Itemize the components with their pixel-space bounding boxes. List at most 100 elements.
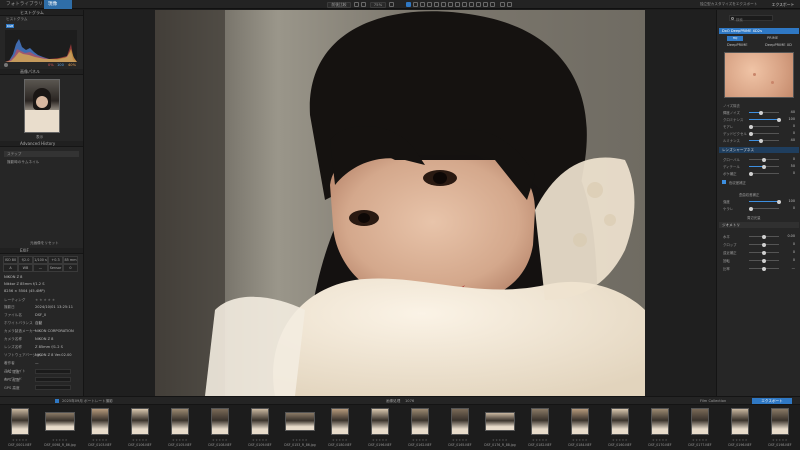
filmstrip-thumb[interactable]: ★★★★★ DSF_0196.NEF [360, 405, 400, 450]
grid-icon[interactable] [507, 2, 512, 7]
filmstrip-thumb[interactable]: ★★★★★ DSF_0106.NEF [120, 405, 160, 450]
bokeh-slider[interactable] [749, 171, 779, 176]
crop-icon[interactable] [361, 2, 366, 7]
gps-lat-field[interactable] [35, 369, 71, 374]
navigator-thumbnail[interactable] [24, 79, 60, 133]
filmstrip-thumb[interactable]: ★★★★★ DSF_0160.NEF [600, 405, 640, 450]
slider-value[interactable]: 0 [783, 157, 795, 161]
filmstrip-thumb[interactable]: ★★★★★ DSF_0153_R_86.jpg [280, 405, 320, 450]
crop-slider[interactable] [749, 242, 779, 247]
histogram-header[interactable]: ヒストグラム [0, 10, 83, 16]
option-deepprime[interactable]: DeepPRIME [727, 43, 748, 47]
filmstrip-thumb[interactable]: ★★★★★ DSF_0184.NEF [560, 405, 600, 450]
rgb-toggle[interactable]: RGB [6, 24, 14, 28]
folder-path[interactable]: 2025年09月 ポートレート撮影 [62, 399, 113, 404]
option-prime[interactable]: PRIME [767, 36, 778, 40]
luminance2-slider[interactable] [749, 138, 779, 143]
thumb-rating[interactable]: ★★★★★ [760, 438, 800, 442]
hand-icon[interactable] [389, 2, 394, 7]
thumb-rating[interactable]: ★★★★★ [0, 438, 40, 442]
slider-value[interactable]: 0 [783, 124, 795, 128]
geometry-header[interactable]: ジオメトリ [719, 222, 799, 228]
filmstrip-thumb[interactable]: ★★★★★ DSF_0198.NEF [760, 405, 800, 450]
local-adjust-icon[interactable] [441, 2, 446, 7]
filmstrip-thumb[interactable]: ★★★★★ DSF_0182.NEF [520, 405, 560, 450]
perspective-slider[interactable] [749, 250, 779, 255]
reset-button[interactable]: 元画像をリセット [30, 241, 59, 246]
warning-icon[interactable] [476, 2, 481, 7]
main-photo-viewer[interactable] [155, 10, 645, 396]
slider-value[interactable]: 0 [783, 171, 795, 175]
compare-split-icon[interactable] [490, 2, 495, 7]
slider-value[interactable]: 40 [783, 110, 795, 114]
thumb-rating[interactable]: ★★★★★ [80, 438, 120, 442]
slider-value[interactable]: 50 [783, 164, 795, 168]
folder-icon[interactable] [55, 399, 59, 403]
zoom-select[interactable]: 75% [370, 1, 386, 8]
slider-value[interactable]: 100 [783, 117, 795, 121]
thumb-rating[interactable]: ★★★★★ [240, 438, 280, 442]
filmstrip-thumb[interactable]: ★★★★★ DSF_0165.NEF [440, 405, 480, 450]
thumb-rating[interactable]: ★★★★★ [120, 438, 160, 442]
geo-value[interactable]: 0.00 [783, 234, 795, 238]
perspective-icon[interactable] [427, 2, 432, 7]
thumb-rating[interactable]: ★★★★★ [320, 438, 360, 442]
geo-value[interactable]: — [783, 266, 795, 270]
lens-section-header[interactable]: レンズシャープネス [719, 147, 799, 153]
rating-stars[interactable]: ★★★★★ [35, 298, 56, 302]
filmstrip-thumb[interactable]: ★★★★★ DSF_0180.NEF [320, 405, 360, 450]
slider-value[interactable]: 0 [783, 206, 795, 210]
rotate-icon[interactable] [413, 2, 418, 7]
filmstrip-thumb[interactable]: ★★★★★ DSF_0103.NEF [80, 405, 120, 450]
split-view-icon[interactable] [354, 2, 359, 7]
compare-button[interactable]: 前後比較 [327, 1, 351, 8]
filmstrip-thumb[interactable]: ★★★★★ DSF_0177.NEF [680, 405, 720, 450]
thumb-rating[interactable]: ★★★★★ [200, 438, 240, 442]
thumb-rating[interactable]: ★★★★★ [160, 438, 200, 442]
detail-slider[interactable] [749, 164, 779, 169]
thumb-rating[interactable]: ★★★★★ [360, 438, 400, 442]
thumb-rating[interactable]: ★★★★★ [480, 438, 520, 442]
moire-slider[interactable] [749, 124, 779, 129]
collection-label[interactable]: Film Collection [700, 399, 726, 403]
module-title[interactable]: DxO DeepPRIME XD2s [719, 28, 799, 34]
filmstrip-thumb[interactable]: ★★★★★ DSF_0001.NEF [0, 405, 40, 450]
global-slider[interactable] [749, 157, 779, 162]
slider-value[interactable]: 0 [783, 131, 795, 135]
history-item[interactable]: 撮影時のサムネイル [7, 160, 39, 165]
filmstrip-thumb[interactable]: ★★★★★ DSF_0196.NEF [720, 405, 760, 450]
tab-customize[interactable]: 現像 [44, 0, 72, 9]
filmstrip-thumb[interactable]: ★★★★★ DSF_0176_R_88.jpg [480, 405, 520, 450]
exif-header[interactable]: EXIF [0, 248, 83, 254]
filmstrip-thumb[interactable]: ★★★★★ DSF_0109.NEF [240, 405, 280, 450]
distortion-strength-slider[interactable] [749, 199, 781, 204]
thumb-rating[interactable]: ★★★★★ [720, 438, 760, 442]
ratio-slider[interactable] [749, 266, 779, 271]
chromatic-checkbox[interactable] [722, 180, 726, 184]
navigator-header[interactable]: 画像パネル [0, 69, 83, 75]
horizon-slider[interactable] [749, 234, 779, 239]
straighten-icon[interactable] [420, 2, 425, 7]
thumb-rating[interactable]: ★★★★★ [640, 438, 680, 442]
geo-value[interactable]: 0 [783, 258, 795, 262]
thumb-rating[interactable]: ★★★★★ [440, 438, 480, 442]
thumb-rating[interactable]: ★★★★★ [600, 438, 640, 442]
thumb-rating[interactable]: ★★★★★ [520, 438, 560, 442]
loupe-icon[interactable] [462, 2, 467, 7]
dead-pixel-slider[interactable] [749, 131, 779, 136]
thumb-rating[interactable]: ★★★★★ [40, 438, 80, 442]
option-hq[interactable]: HQ [727, 36, 743, 41]
search-input[interactable]: 検索 [729, 15, 773, 22]
geo-value[interactable]: 0 [783, 250, 795, 254]
gps-alt-field[interactable] [35, 385, 71, 390]
moon-icon[interactable] [4, 63, 8, 67]
vignette-slider[interactable] [749, 206, 779, 211]
select-tool-icon[interactable] [406, 2, 411, 7]
filmstrip-thumb[interactable]: ★★★★★ DSF_0108.NEF [200, 405, 240, 450]
filmstrip-thumb[interactable]: ★★★★★ DSF_0105.NEF [160, 405, 200, 450]
thumb-rating[interactable]: ★★★★★ [400, 438, 440, 442]
repair-icon[interactable] [434, 2, 439, 7]
gps-lng-field[interactable] [35, 377, 71, 382]
rotate-slider[interactable] [749, 258, 779, 263]
info-icon[interactable] [469, 2, 474, 7]
